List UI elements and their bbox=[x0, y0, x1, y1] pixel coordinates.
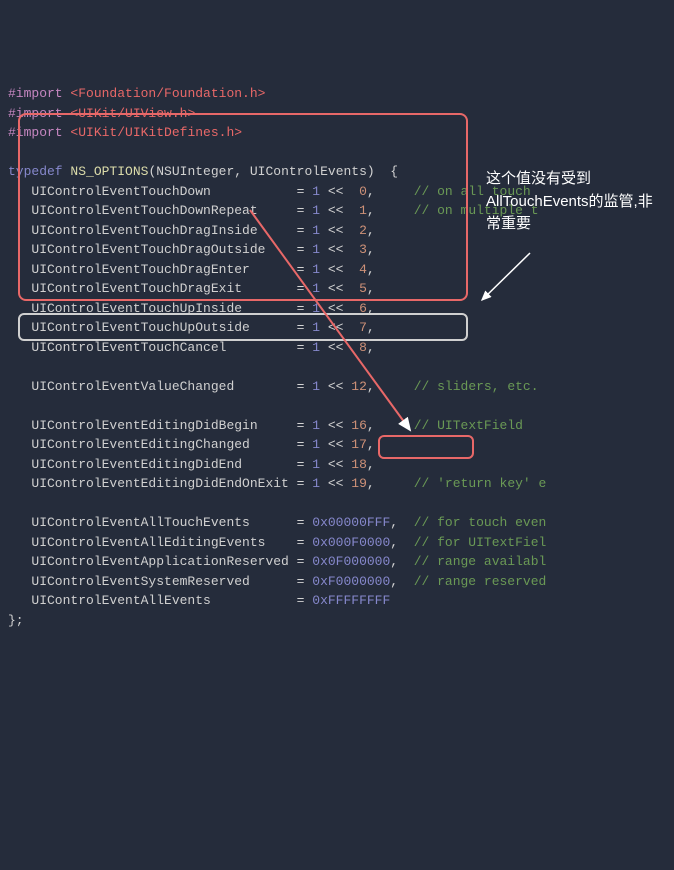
code-block: #import <Foundation/Foundation.h> #impor… bbox=[8, 84, 666, 630]
annotation-text: 这个值没有受到AllTouchEvents的监管,非常重要 bbox=[486, 168, 656, 236]
